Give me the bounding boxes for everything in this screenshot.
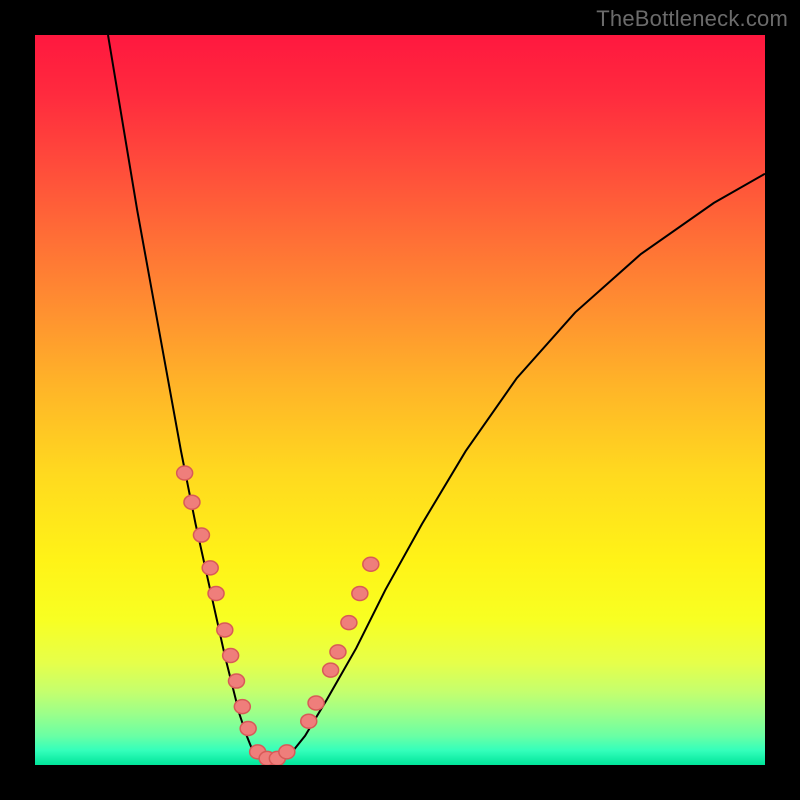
data-point [323, 663, 339, 677]
data-point [234, 700, 250, 714]
data-point [301, 714, 317, 728]
chart-overlay [35, 35, 765, 765]
data-point [363, 557, 379, 571]
data-point [177, 466, 193, 480]
data-point [308, 696, 324, 710]
watermark-text: TheBottleneck.com [596, 6, 788, 32]
data-points [177, 466, 379, 765]
data-point [193, 528, 209, 542]
curve-right-branch [291, 174, 766, 754]
data-point [240, 722, 256, 736]
data-point [341, 616, 357, 630]
data-point [279, 745, 295, 759]
data-point [228, 674, 244, 688]
data-point [223, 649, 239, 663]
data-point [352, 586, 368, 600]
curve-left-branch [108, 35, 254, 754]
data-point [330, 645, 346, 659]
chart-frame: TheBottleneck.com [0, 0, 800, 800]
chart-plot-area [35, 35, 765, 765]
data-point [184, 495, 200, 509]
data-point [208, 586, 224, 600]
data-point [217, 623, 233, 637]
data-point [202, 561, 218, 575]
